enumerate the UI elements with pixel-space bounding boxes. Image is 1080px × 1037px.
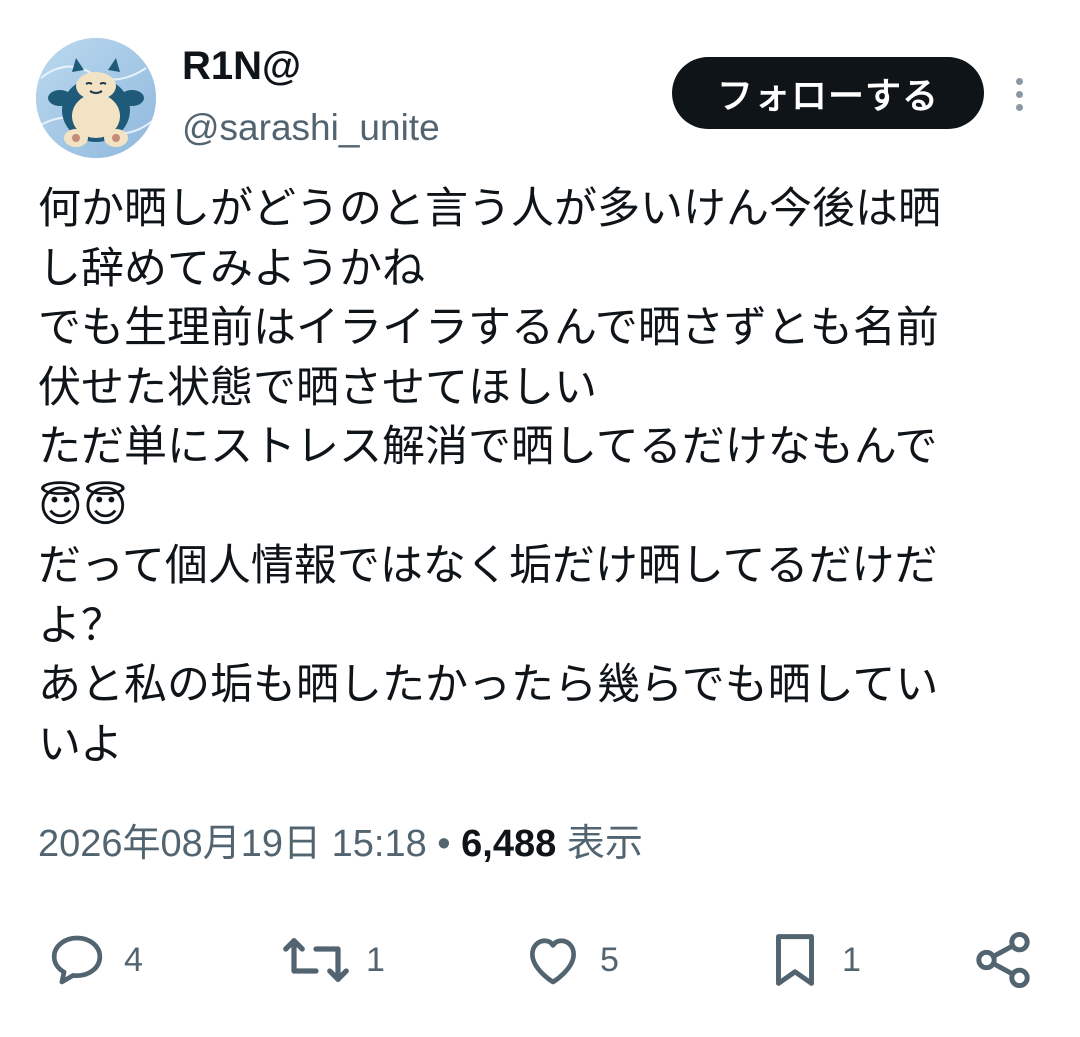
display-name[interactable]: R1N@ — [182, 40, 301, 92]
share-button[interactable] — [970, 920, 1036, 1000]
bookmark-icon — [776, 934, 814, 986]
avatar[interactable] — [36, 38, 156, 158]
reply-button[interactable]: 4 — [44, 920, 143, 1000]
meta-separator: • — [437, 823, 451, 865]
timestamp[interactable]: 2026年08月19日 15:18 — [38, 823, 427, 865]
heart-icon — [530, 938, 576, 985]
tweet-line: だって個人情報ではなく垢だけ晒してるだけだ — [38, 541, 938, 591]
reply-icon — [51, 935, 103, 985]
tweet-line: し辞めてみようかね — [38, 243, 425, 294]
retweet-icon — [283, 938, 349, 982]
tweet-line: あと私の垢も晒したかったら幾らでも晒してい — [38, 660, 939, 710]
like-button[interactable]: 5 — [520, 920, 619, 1000]
bookmark-count: 1 — [842, 940, 861, 979]
tweet-line: いよ — [38, 719, 124, 770]
tweet-line: ただ単にストレス解消で晒してるだけなもんで — [38, 422, 938, 472]
snorlax-avatar-icon — [36, 38, 156, 158]
action-bar: 4 1 5 1 — [0, 920, 1080, 1000]
follow-button[interactable]: フォローする — [672, 57, 984, 129]
reply-count: 4 — [124, 940, 143, 979]
tweet-line: 何か晒しがどうのと言う人が多いけん今後は晒 — [38, 184, 941, 234]
user-handle[interactable]: @sarashi_unite — [182, 104, 440, 152]
tweet-line: でも生理前はイライラするんで晒さずとも名前 — [38, 303, 939, 353]
views-label: 表示 — [566, 823, 643, 865]
bookmark-button[interactable]: 1 — [762, 920, 861, 1000]
tweet-meta: 2026年08月19日 15:18 • 6,488 表示 — [38, 816, 643, 872]
views-count[interactable]: 6,488 — [461, 823, 556, 865]
share-icon — [976, 931, 1030, 989]
like-count: 5 — [600, 940, 619, 979]
retweet-button[interactable]: 1 — [280, 920, 385, 1000]
tweet-line-emoji: 😇😇 — [38, 481, 128, 532]
tweet-line: 伏せた状態で晒させてほしい — [38, 362, 597, 413]
more-vertical-icon[interactable] — [1004, 72, 1034, 116]
retweet-count: 1 — [366, 940, 385, 979]
tweet-text: 何か晒しがどうのと言う人が多いけん今後は晒 し辞めてみようかね でも生理前はイラ… — [38, 180, 1048, 775]
tweet-line: よ？ — [38, 600, 124, 651]
